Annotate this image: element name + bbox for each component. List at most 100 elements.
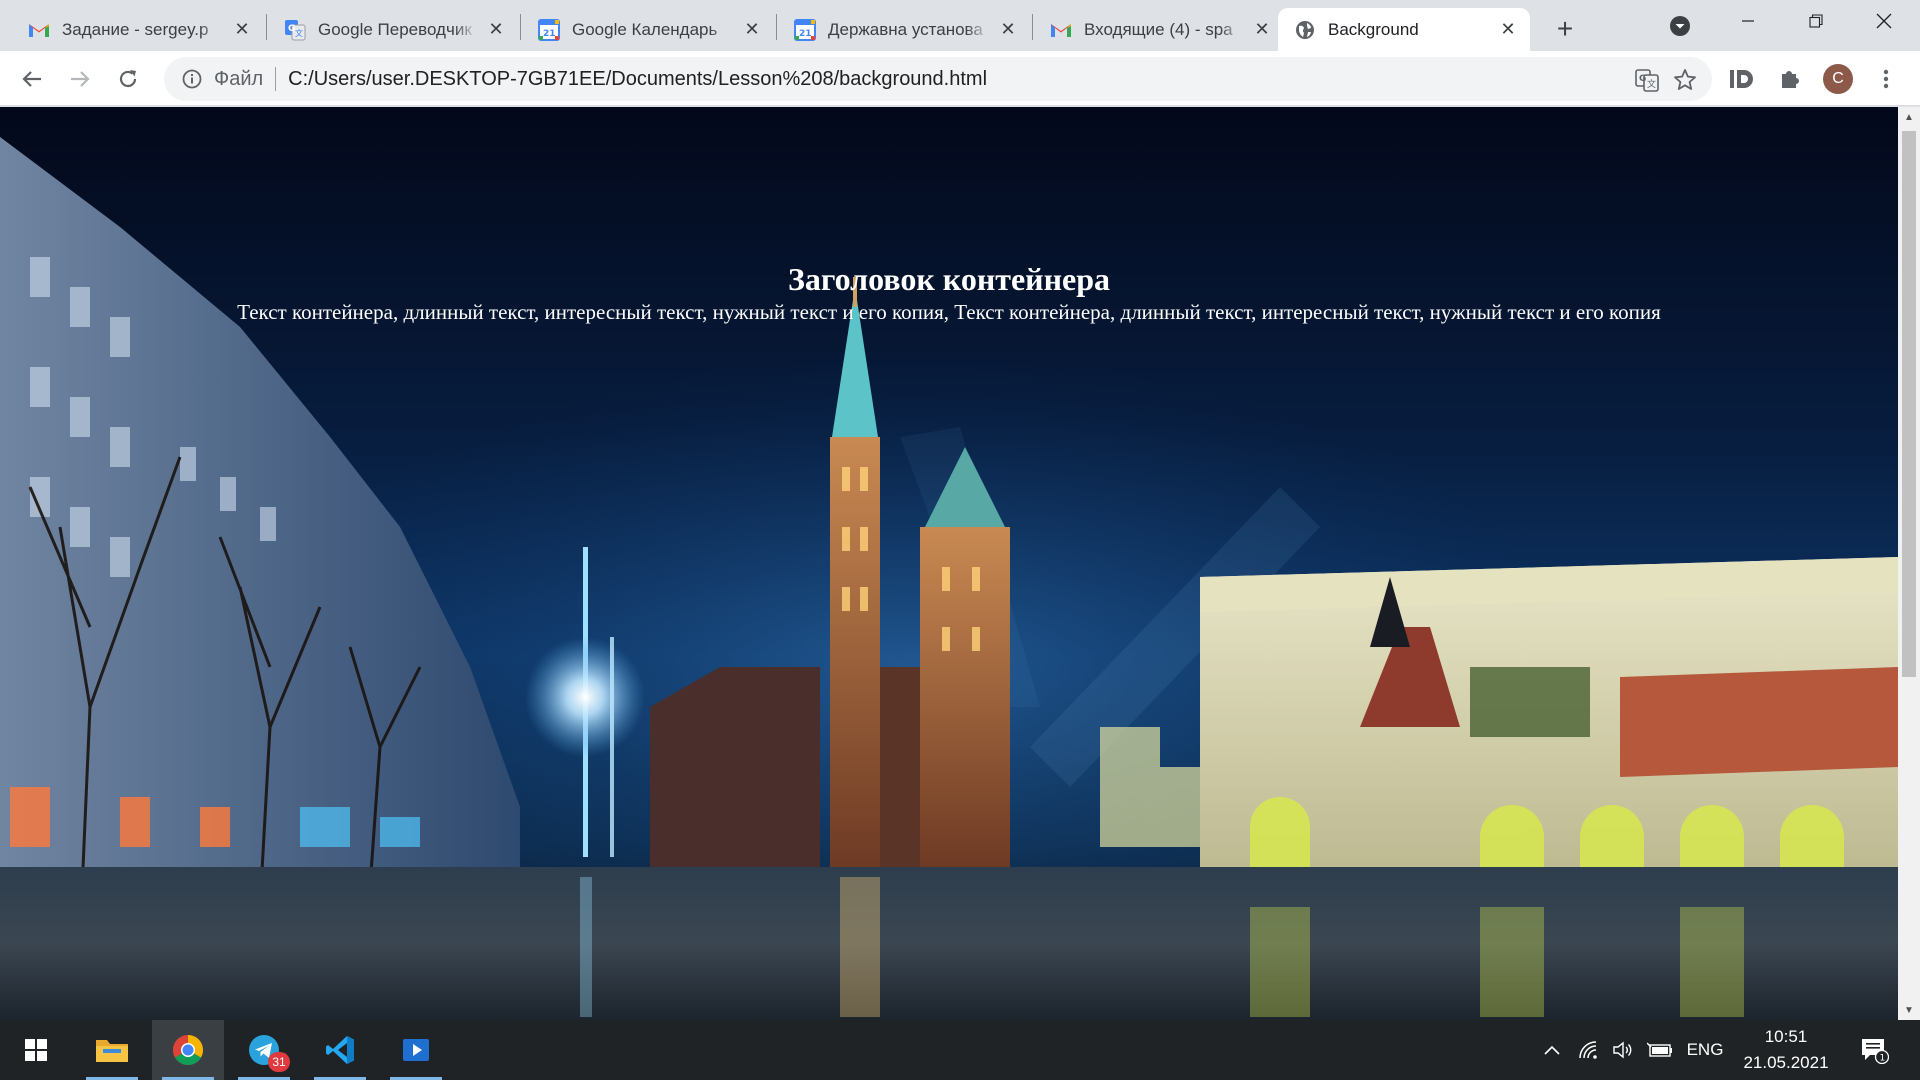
tab-gmail-inbox[interactable]: Входящие (4) - spa ✕ [1034,8,1284,51]
back-button[interactable] [14,61,50,97]
svg-text:21: 21 [799,29,812,39]
address-bar[interactable]: Файл C:/Users/user.DESKTOP-7GB71EE/Docum… [164,57,1712,101]
svg-text:1: 1 [1880,1054,1886,1064]
tab-gmail-task[interactable]: Задание - sergey.p ✕ [12,8,264,51]
svg-text:21: 21 [543,29,556,39]
tab-strip: Задание - sergey.p ✕ G文 Google Переводчи… [0,0,1920,51]
windows-logo-icon [25,1039,47,1061]
scrollbar-thumb[interactable] [1902,131,1916,677]
minimize-button[interactable] [1714,0,1782,42]
globe-icon [1294,19,1316,41]
tab-close-icon[interactable]: ✕ [998,19,1018,40]
telegram-unread-badge: 31 [268,1052,290,1072]
google-calendar-icon: 21 [794,18,816,41]
tab-title: Задание - sergey.p [62,19,209,39]
folder-icon [96,1040,128,1062]
google-calendar-icon: 21 [538,18,560,41]
svg-text:G: G [1639,74,1646,84]
scroll-down-arrow-icon[interactable]: ▼ [1898,1000,1920,1020]
taskbar-file-explorer[interactable] [76,1020,148,1080]
taskbar-media-player[interactable] [380,1020,452,1080]
menu-button[interactable] [1868,61,1904,97]
svg-text:文: 文 [295,28,303,38]
tray-battery[interactable] [1644,1020,1676,1080]
tab-close-icon[interactable]: ✕ [232,19,252,40]
battery-charging-icon [1647,1042,1672,1057]
taskbar-chrome[interactable] [152,1020,224,1080]
tray-volume[interactable] [1608,1020,1638,1080]
restore-icon [1809,14,1823,28]
vscode-icon [326,1036,354,1064]
profile-avatar[interactable]: C [1820,61,1856,97]
gmail-icon [28,19,50,41]
media-player-icon [403,1039,429,1061]
bookmark-star-icon[interactable] [1672,67,1698,93]
tab-separator [520,14,521,40]
tray-clock[interactable]: 10:51 21.05.2021 [1736,1024,1836,1078]
kebab-menu-icon [1883,69,1889,89]
arrow-right-icon [71,71,90,87]
address-divider [275,67,277,91]
svg-text:文: 文 [1647,78,1656,90]
tab-google-translate[interactable]: G文 Google Переводчик ✕ [268,8,518,51]
taskbar-vscode[interactable] [304,1020,376,1080]
tab-background[interactable]: Background ✕ [1278,8,1530,51]
tab-title: Входящие (4) - spa [1084,19,1233,39]
notification-icon: 1 [1862,1039,1889,1064]
tab-close-icon[interactable]: ✕ [486,19,506,40]
start-button[interactable] [0,1020,72,1080]
close-window-button[interactable] [1850,0,1918,42]
page-scrollbar[interactable]: ▲ ▼ [1898,107,1920,1020]
close-icon [1876,13,1892,29]
google-translate-icon: G文 [284,19,306,41]
reload-icon [119,70,137,88]
gmail-icon [1050,19,1072,41]
reload-button[interactable] [110,61,146,97]
tab-title: Background [1328,19,1419,39]
browser-toolbar: Файл C:/Users/user.DESKTOP-7GB71EE/Docum… [0,51,1920,106]
tab-search-button[interactable] [1666,12,1694,40]
minimize-icon [1742,20,1754,22]
tab-separator [266,14,267,40]
tab-google-calendar[interactable]: 21 Google Календарь ✕ [522,8,774,51]
clock-date: 21.05.2021 [1743,1053,1829,1072]
container-text: Текст контейнера, длинный текст, интерес… [237,300,1661,324]
container-heading: Заголовок контейнера [787,261,1111,297]
tab-title: Державна установа [828,19,983,39]
clock-time: 10:51 [1764,1027,1808,1046]
tab-title: Google Календарь [572,19,718,39]
chevron-up-icon [1544,1045,1560,1055]
tray-language[interactable]: ENG [1680,1020,1730,1080]
taskbar-telegram[interactable]: 31 [228,1020,300,1080]
extensions-puzzle-icon[interactable] [1772,61,1808,97]
address-url[interactable]: C:/Users/user.DESKTOP-7GB71EE/Documents/… [288,68,987,91]
background-image [0,107,1898,1020]
avatar: C [1823,64,1853,94]
action-center-button[interactable]: 1 [1850,1020,1898,1080]
tab-separator [776,14,777,40]
tray-network[interactable] [1574,1020,1604,1080]
speaker-icon [1613,1041,1632,1059]
new-tab-button[interactable]: + [1548,12,1582,46]
tab-close-icon[interactable]: ✕ [1498,19,1518,40]
page-viewport: Заголовок контейнера Текст контейнера, д… [0,107,1898,1020]
arrow-left-icon [22,71,41,87]
chevron-down-icon [1670,16,1690,36]
info-icon[interactable] [180,67,204,91]
chrome-icon [172,1035,204,1066]
wifi-icon [1579,1041,1597,1059]
tab-close-icon[interactable]: ✕ [742,19,762,40]
scroll-up-arrow-icon[interactable]: ▲ [1898,107,1920,127]
restore-button[interactable] [1782,0,1850,42]
tab-close-icon[interactable]: ✕ [1252,19,1272,40]
extension-id-icon[interactable] [1724,61,1760,97]
scheme-chip: Файл [214,67,264,90]
tab-title: Google Переводчик [318,19,472,39]
translate-page-icon[interactable]: G文 [1634,67,1660,93]
tab-derzhavna-ustanova[interactable]: 21 Державна установа ✕ [778,8,1030,51]
content-container: Заголовок контейнера Текст контейнера, д… [0,259,1898,325]
tray-show-hidden-icons[interactable] [1536,1020,1568,1080]
windows-taskbar: 31 ENG 10:51 21.05.2021 1 [0,1020,1920,1080]
forward-button[interactable] [62,61,98,97]
tab-separator [1032,14,1033,40]
